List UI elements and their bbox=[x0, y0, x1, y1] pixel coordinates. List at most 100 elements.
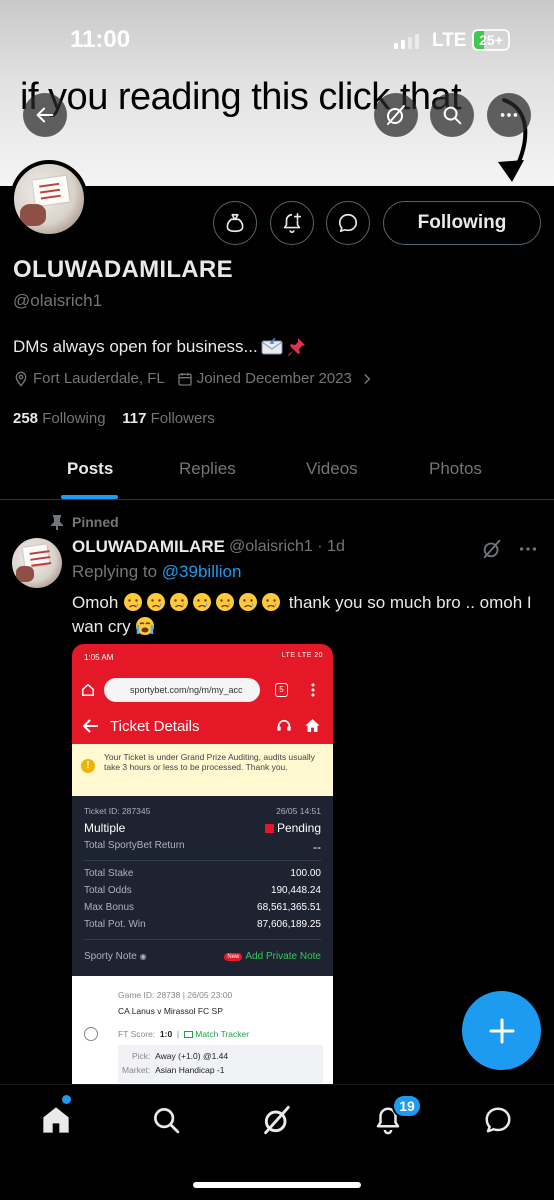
chat-bubble-icon bbox=[338, 213, 358, 233]
image-tab-count: 5 bbox=[275, 683, 288, 697]
image-odds-label: Total Odds bbox=[84, 885, 132, 896]
following-button[interactable]: Following bbox=[383, 201, 541, 245]
message-button[interactable] bbox=[326, 201, 370, 245]
crying-face-emoji bbox=[262, 593, 281, 611]
chevron-right-icon[interactable] bbox=[360, 372, 374, 386]
tip-button[interactable] bbox=[213, 201, 257, 245]
profile-avatar[interactable] bbox=[10, 160, 88, 238]
tab-videos[interactable]: Videos bbox=[306, 459, 358, 479]
cellular-signal-icon bbox=[394, 34, 419, 49]
incoming-envelope-emoji bbox=[261, 338, 283, 355]
crying-face-emoji bbox=[216, 593, 235, 611]
grok-icon bbox=[387, 105, 405, 125]
image-home-filled-icon bbox=[305, 719, 320, 732]
image-stake: 100.00 bbox=[290, 868, 321, 879]
tab-posts[interactable]: Posts bbox=[67, 459, 113, 479]
network-label: LTE bbox=[432, 30, 467, 51]
compose-post-button[interactable] bbox=[462, 991, 541, 1070]
image-add-note: Add Private Note bbox=[245, 951, 321, 962]
replying-to: Replying to @39billion bbox=[72, 562, 241, 582]
image-status-right: LTE LTE 20 bbox=[281, 652, 323, 659]
bio-text: DMs always open for business... bbox=[13, 337, 258, 356]
post-author-handle-time: @olaisrich1 · 1d bbox=[229, 538, 345, 555]
image-time: 1:05 AM bbox=[84, 653, 114, 662]
post-author-name[interactable]: OLUWADAMILARE bbox=[72, 537, 225, 557]
image-ticket-date: 26/05 14:51 bbox=[276, 806, 321, 816]
chat-bubble-icon bbox=[485, 1107, 511, 1133]
following-label: Following bbox=[42, 410, 106, 427]
image-menu-icon bbox=[311, 683, 315, 697]
image-pick-box: Pick: Away (+1.0) @1.44 Market: Asian Ha… bbox=[118, 1045, 323, 1083]
tab-photos[interactable]: Photos bbox=[429, 459, 482, 479]
pushpin-emoji bbox=[287, 338, 305, 356]
crying-face-emoji bbox=[147, 593, 166, 611]
more-options-button[interactable] bbox=[487, 93, 531, 137]
replying-to-handle[interactable]: @39billion bbox=[162, 562, 242, 581]
pinned-indicator: Pinned bbox=[50, 514, 119, 530]
status-time: 11:00 bbox=[70, 26, 131, 53]
grok-button[interactable] bbox=[374, 93, 418, 137]
image-ticket-id: Ticket ID: 287345 bbox=[84, 806, 151, 816]
image-header: Ticket Details bbox=[72, 708, 333, 744]
money-bag-icon bbox=[226, 213, 244, 233]
plus-icon bbox=[489, 1018, 514, 1043]
image-stake-label: Total Stake bbox=[84, 868, 134, 879]
image-return-label: Total SportyBet Return bbox=[84, 840, 185, 851]
calendar-icon bbox=[178, 372, 192, 386]
back-button[interactable] bbox=[23, 93, 67, 137]
loudly-crying-emoji bbox=[136, 617, 155, 635]
image-url: sportybet.com/ng/m/my_acc bbox=[104, 678, 260, 702]
image-game-id: Game ID: 28738 | 26/05 23:00 bbox=[118, 990, 233, 1000]
home-indicator bbox=[193, 1182, 361, 1188]
notify-button[interactable] bbox=[270, 201, 314, 245]
image-back-icon bbox=[83, 719, 98, 733]
battery-level: 25+ bbox=[479, 32, 503, 48]
back-arrow-icon bbox=[36, 107, 54, 123]
profile-bio: DMs always open for business... bbox=[13, 337, 306, 357]
nav-search[interactable] bbox=[146, 1100, 186, 1140]
replying-prefix: Replying to bbox=[72, 562, 158, 581]
following-link[interactable]: 258 Following bbox=[13, 410, 106, 427]
crying-face-emoji bbox=[170, 593, 189, 611]
followers-link[interactable]: 117 Followers bbox=[122, 410, 215, 427]
image-bonus: 68,561,365.51 bbox=[257, 902, 321, 913]
image-game: Game ID: 28738 | 26/05 23:00 CA Lanus v … bbox=[72, 976, 333, 1084]
battery-icon: 25+ bbox=[472, 29, 510, 51]
image-match-icon bbox=[84, 1027, 98, 1041]
home-unread-dot bbox=[62, 1095, 71, 1104]
profile-joined: Joined December 2023 bbox=[196, 370, 352, 387]
image-bonus-label: Max Bonus bbox=[84, 902, 135, 913]
more-horizontal-icon bbox=[500, 113, 518, 117]
post-more-icon[interactable] bbox=[517, 538, 539, 560]
follow-counts: 258 Following 117 Followers bbox=[13, 410, 215, 427]
pinned-label: Pinned bbox=[72, 514, 119, 530]
profile-location: Fort Lauderdale, FL bbox=[33, 370, 165, 387]
followers-label: Followers bbox=[150, 410, 215, 427]
image-win-label: Total Pot. Win bbox=[84, 919, 146, 930]
search-button[interactable] bbox=[430, 93, 474, 137]
bell-plus-icon bbox=[283, 213, 302, 233]
post-avatar[interactable] bbox=[12, 538, 62, 588]
profile-handle: @olaisrich1 bbox=[13, 291, 103, 310]
profile-meta: Fort Lauderdale, FL Joined December 2023 bbox=[13, 370, 374, 387]
nav-home[interactable] bbox=[36, 1100, 76, 1140]
nav-grok[interactable] bbox=[257, 1100, 297, 1140]
image-win: 87,606,189.25 bbox=[257, 919, 321, 930]
image-title: Ticket Details bbox=[110, 718, 200, 735]
followers-count: 117 bbox=[122, 410, 147, 427]
image-odds: 190,448.24 bbox=[270, 885, 321, 896]
image-ticket: Ticket ID: 287345 26/05 14:51 Multiple Pen… bbox=[72, 796, 333, 976]
grok-post-icon[interactable] bbox=[481, 538, 503, 560]
image-note-label: Sporty Note ◉ bbox=[84, 951, 147, 962]
profile-name: OLUWADAMILARE bbox=[13, 256, 233, 283]
grok-icon bbox=[264, 1105, 290, 1135]
nav-messages[interactable] bbox=[478, 1100, 518, 1140]
image-status: Pending bbox=[276, 821, 321, 835]
post-image[interactable]: 1:05 AM LTE LTE 20 sportybet.com/ng/m/my… bbox=[72, 644, 333, 1084]
image-status-bar: 1:05 AM LTE LTE 20 bbox=[72, 644, 333, 672]
image-url-bar: sportybet.com/ng/m/my_acc 5 bbox=[72, 672, 333, 708]
search-icon bbox=[154, 1108, 180, 1134]
crying-face-emoji bbox=[239, 593, 258, 611]
image-warning-text: Your Ticket is under Grand Prize Auditin… bbox=[104, 752, 315, 772]
tab-replies[interactable]: Replies bbox=[179, 459, 236, 479]
